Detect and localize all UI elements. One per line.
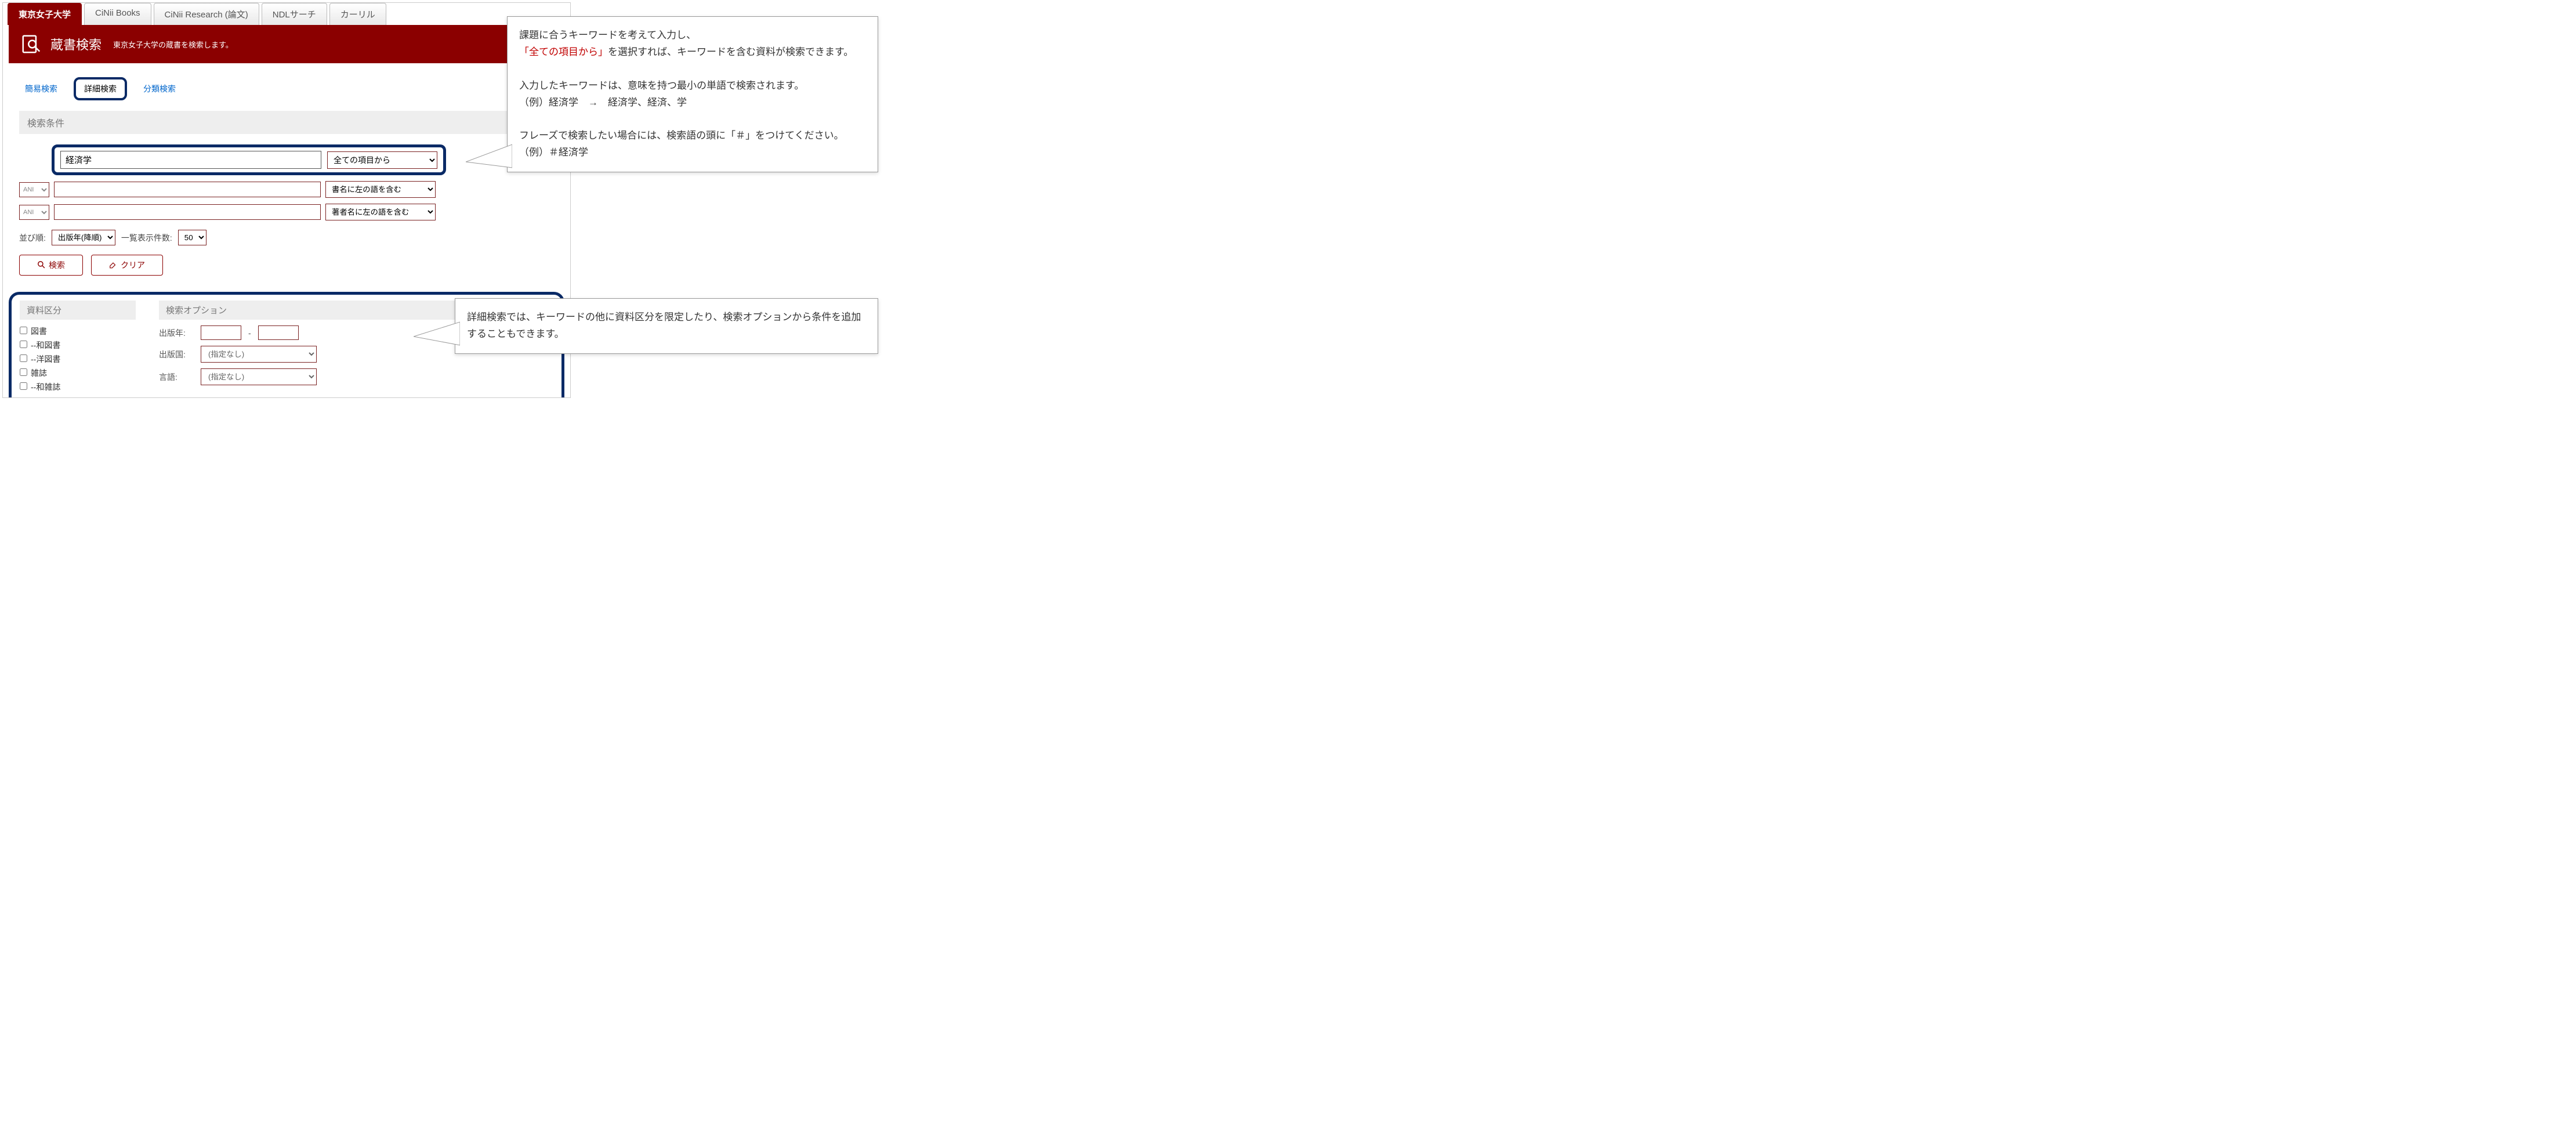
field-select-2[interactable]: 書名に左の語を含む xyxy=(325,181,436,198)
book-search-icon xyxy=(20,33,42,55)
callout1-line4: （例）経済学 → 経済学、経済、学 xyxy=(519,95,866,111)
lang-label: 言語: xyxy=(159,371,194,383)
pubyear-from[interactable] xyxy=(201,325,241,340)
check-jbook[interactable]: --和図書 xyxy=(20,339,136,351)
check-fbook[interactable]: --洋図書 xyxy=(20,353,136,365)
pubyear-to[interactable] xyxy=(258,325,299,340)
field-select-primary[interactable]: 全ての項目から xyxy=(327,151,437,169)
page-title: 蔵書検索 xyxy=(50,35,102,53)
subnav-detail[interactable]: 詳細検索 xyxy=(74,77,127,100)
operator-select-1[interactable]: ANI xyxy=(19,182,49,197)
clear-button-label: クリア xyxy=(121,259,145,271)
count-select[interactable]: 50 xyxy=(178,230,206,245)
subnav-classify[interactable]: 分類検索 xyxy=(143,83,176,95)
keyword-input-3[interactable] xyxy=(54,204,321,220)
pubyear-label: 出版年: xyxy=(159,327,194,339)
callout1-line5: フレーズで検索したい場合には、検索語の頭に「＃」をつけてください。 xyxy=(519,128,866,144)
tab-cinii-books[interactable]: CiNii Books xyxy=(84,3,151,25)
country-label: 出版国: xyxy=(159,349,194,360)
callout-tail-icon xyxy=(414,316,460,351)
check-jjournal[interactable]: --和雑誌 xyxy=(20,381,136,393)
header-banner: 蔵書検索 東京女子大学の蔵書を検索します。 xyxy=(9,25,564,63)
page-subtitle: 東京女子大学の蔵書を検索します。 xyxy=(113,39,233,50)
sort-label: 並び順: xyxy=(19,232,46,244)
callout1-line3: 入力したキーワードは、意味を持つ最小の単語で検索されます。 xyxy=(519,78,866,95)
search-button[interactable]: 検索 xyxy=(19,255,83,276)
keyword-input[interactable] xyxy=(60,151,321,169)
search-button-label: 検索 xyxy=(49,259,65,271)
section-conditions-label: 検索条件 xyxy=(19,111,554,134)
search-icon xyxy=(37,260,45,270)
callout-keyword-help: 課題に合うキーワードを考えて入力し、 「全ての項目から」を選択すれば、キーワード… xyxy=(507,16,878,172)
callout2-text: 詳細検索では、キーワードの他に資料区分を限定したり、検索オプションから条件を追加… xyxy=(467,309,866,343)
callout-tail-icon xyxy=(466,139,512,173)
operator-select-2[interactable]: ANI xyxy=(19,205,49,220)
tab-calil[interactable]: カーリル xyxy=(329,3,386,25)
tab-twcu[interactable]: 東京女子大学 xyxy=(8,3,82,25)
material-type-heading: 資料区分 xyxy=(20,301,136,320)
count-label: 一覧表示件数: xyxy=(121,232,172,244)
check-journal[interactable]: 雑誌 xyxy=(20,367,136,379)
callout1-line1: 課題に合うキーワードを考えて入力し、 xyxy=(519,27,866,44)
tab-ndl[interactable]: NDLサーチ xyxy=(262,3,327,25)
eraser-icon xyxy=(109,260,117,270)
callout1-line6: （例）＃経済学 xyxy=(519,144,866,161)
lang-select[interactable]: (指定なし) xyxy=(201,368,317,385)
check-book[interactable]: 図書 xyxy=(20,325,136,337)
subnav-simple[interactable]: 簡易検索 xyxy=(25,83,57,95)
callout1-line2: 「全ての項目から」を選択すれば、キーワードを含む資料が検索できます。 xyxy=(519,44,866,61)
callout-options-help: 詳細検索では、キーワードの他に資料区分を限定したり、検索オプションから条件を追加… xyxy=(455,298,878,354)
primary-search-row: 全ての項目から xyxy=(52,144,446,175)
country-select[interactable]: (指定なし) xyxy=(201,346,317,363)
sort-select[interactable]: 出版年(降順) xyxy=(52,230,115,245)
field-select-3[interactable]: 著者名に左の語を含む xyxy=(325,204,436,220)
tab-cinii-research[interactable]: CiNii Research (論文) xyxy=(154,3,259,25)
keyword-input-2[interactable] xyxy=(54,182,321,197)
clear-button[interactable]: クリア xyxy=(91,255,163,276)
